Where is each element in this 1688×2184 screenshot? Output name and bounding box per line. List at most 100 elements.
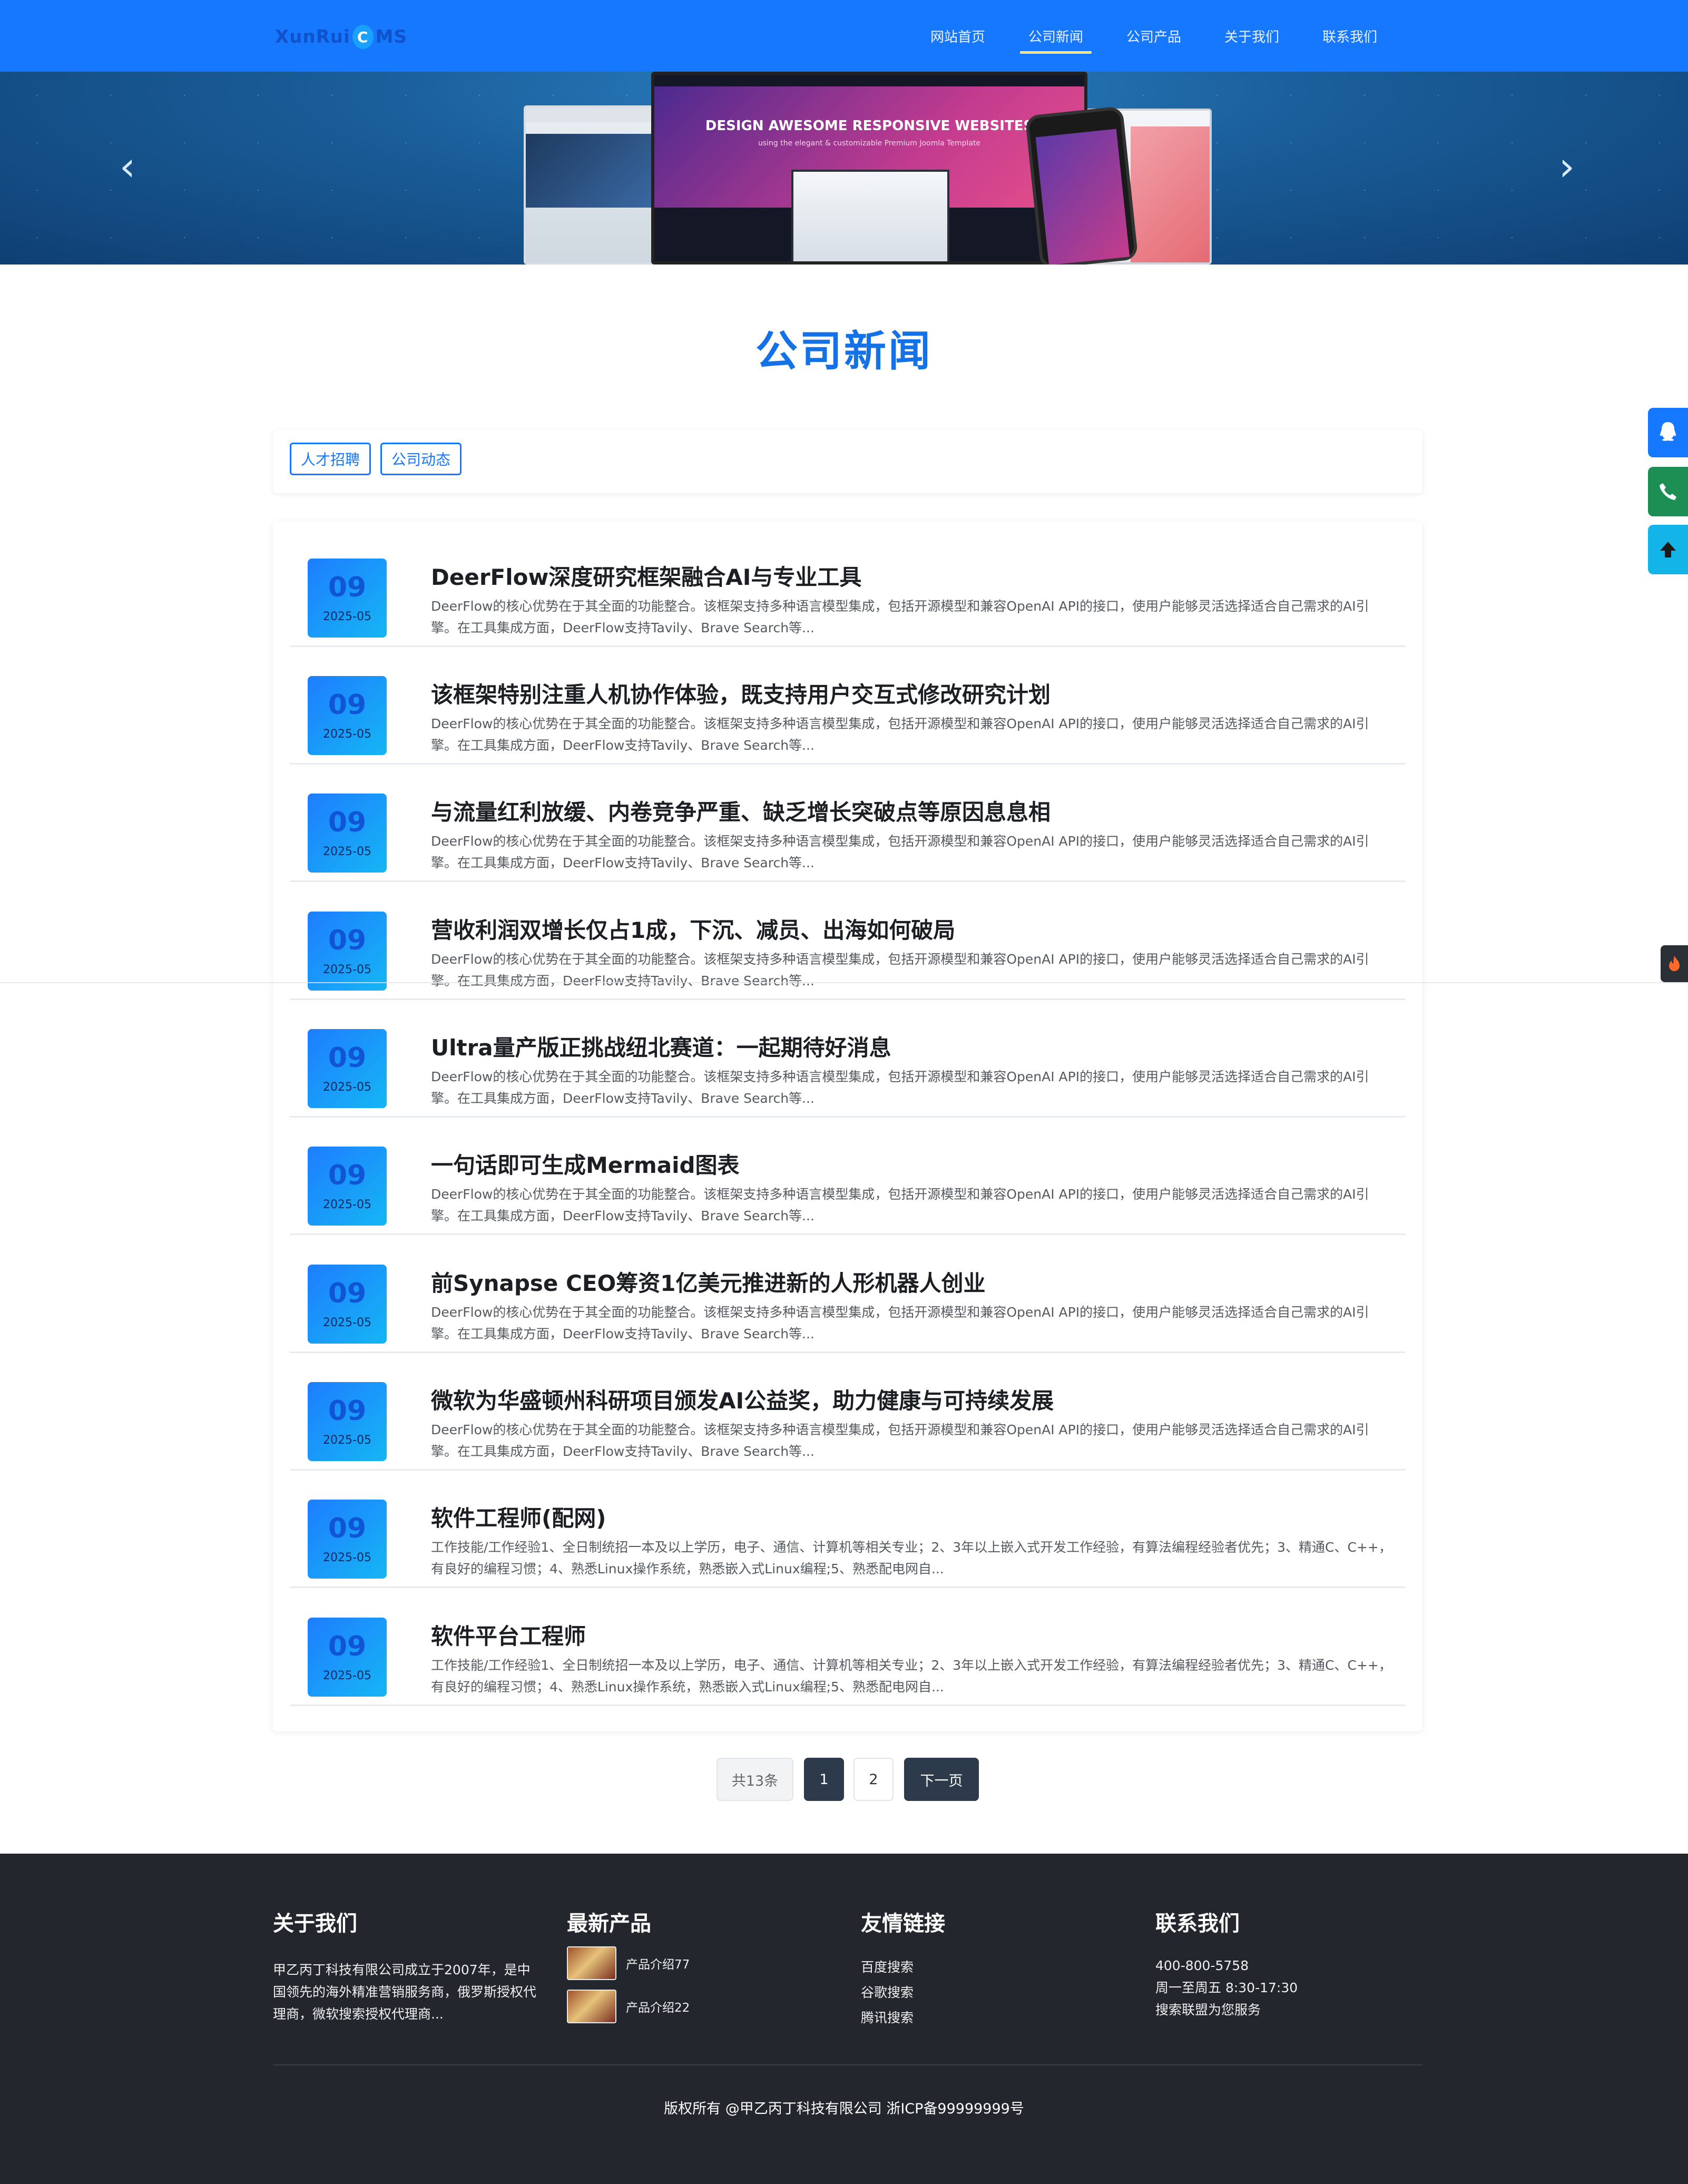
date-month: 2025-05 — [323, 1198, 371, 1211]
news-list-item[interactable]: 09 2025-05 与流量红利放缓、内卷竞争严重、缺乏增长突破点等原因息息相 D… — [290, 764, 1406, 882]
news-summary: DeerFlow的核心优势在于其全面的功能整合。该框架支持多种语言模型集成，包括… — [431, 716, 1369, 753]
news-title-link[interactable]: Ultra量产版正挑战纽北赛道：一起期待好消息 — [431, 1030, 1390, 1062]
banner-mockup-center: DESIGN AWESOME RESPONSIVE WEBSITES using… — [651, 72, 1087, 265]
site-footer: 关于我们 甲乙丙丁科技有限公司成立于2007年，是中国领先的海外精准营销服务商，… — [0, 1854, 1688, 2184]
news-list-item[interactable]: 09 2025-05 Ultra量产版正挑战纽北赛道：一起期待好消息 DeerFl… — [290, 1000, 1406, 1118]
news-list-item[interactable]: 09 2025-05 DeerFlow深度研究框架融合AI与专业工具 DeerFl… — [290, 529, 1406, 647]
date-day: 09 — [328, 1042, 367, 1074]
hero-banner: DESIGN AWESOME RESPONSIVE WEBSITES using… — [0, 72, 1688, 265]
footer-about-title: 关于我们 — [273, 1912, 357, 1936]
logo-text-a: XunRui — [275, 26, 350, 47]
contact-phone: 400-800-5758 — [1155, 1958, 1249, 1973]
footer-product-item[interactable]: 产品介绍22 — [567, 1990, 690, 2023]
news-title-link[interactable]: 前Synapse CEO筹资1亿美元推进新的人形机器人创业 — [431, 1266, 1390, 1298]
footer-copyright: 版权所有 @甲乙丙丁科技有限公司 浙ICP备99999999号 — [664, 2101, 1024, 2117]
banner-phone-image — [1025, 106, 1139, 265]
banner-next-chevron-icon[interactable]: › — [1551, 145, 1583, 188]
date-badge: 09 2025-05 — [308, 1147, 387, 1226]
product-thumbnail — [567, 1990, 616, 2023]
arrow-up-icon[interactable] — [1648, 525, 1688, 574]
news-summary: DeerFlow的核心优势在于其全面的功能整合。该框架支持多种语言模型集成，包括… — [431, 1069, 1369, 1106]
pagination-total: 共13条 — [717, 1758, 793, 1801]
news-list-item[interactable]: 09 2025-05 软件平台工程师 工作技能/工作经验1、全日制统招一本及以上学… — [290, 1588, 1406, 1706]
date-month: 2025-05 — [323, 1669, 371, 1682]
footer-products-title: 最新产品 — [567, 1912, 651, 1936]
qq-icon[interactable] — [1648, 408, 1688, 457]
footer-contact: 联系我们 400-800-5758 周一至周五 8:30-17:30 搜索联盟为… — [1155, 1906, 1298, 2021]
date-month: 2025-05 — [323, 728, 371, 741]
category-news-button[interactable]: 公司动态 — [380, 443, 462, 475]
product-thumbnail — [567, 1946, 616, 1980]
news-title-link[interactable]: 一句话即可生成Mermaid图表 — [431, 1148, 1390, 1180]
pagination-next-button[interactable]: 下一页 — [904, 1758, 979, 1801]
nav-item-contact[interactable]: 联系我们 — [1309, 0, 1391, 72]
page-title: 公司新闻 — [755, 327, 933, 376]
category-recruit-button[interactable]: 人才招聘 — [290, 443, 371, 475]
footer-divider — [273, 2064, 1422, 2065]
pagination-page-2[interactable]: 2 — [853, 1758, 894, 1801]
fire-icon[interactable] — [1661, 945, 1688, 982]
nav-item-products[interactable]: 公司产品 — [1113, 0, 1195, 72]
date-badge: 09 2025-05 — [308, 1618, 387, 1697]
category-filter: 人才招聘 公司动态 — [273, 430, 1422, 493]
news-title-link[interactable]: 软件工程师(配网) — [431, 1501, 1390, 1533]
pagination-page-1[interactable]: 1 — [804, 1758, 844, 1801]
news-summary: DeerFlow的核心优势在于其全面的功能整合。该框架支持多种语言模型集成，包括… — [431, 1305, 1369, 1341]
nav-item-home[interactable]: 网站首页 — [917, 0, 999, 72]
product-name: 产品介绍22 — [626, 2001, 690, 2015]
date-month: 2025-05 — [323, 1434, 371, 1447]
date-month: 2025-05 — [323, 1551, 371, 1564]
logo-text-b: MS — [375, 26, 407, 47]
logo-drop-icon: C — [352, 25, 374, 49]
date-day: 09 — [328, 925, 367, 956]
footer-about: 关于我们 甲乙丙丁科技有限公司成立于2007年，是中国领先的海外精准营销服务商，… — [273, 1906, 542, 2025]
date-day: 09 — [328, 689, 367, 721]
nav-item-about[interactable]: 关于我们 — [1211, 0, 1293, 72]
news-list-item[interactable]: 09 2025-05 微软为华盛顿州科研项目颁发AI公益奖，助力健康与可持续发展 … — [290, 1353, 1406, 1471]
footer-link-baidu[interactable]: 百度搜索 — [861, 1955, 945, 1980]
date-day: 09 — [328, 1160, 367, 1191]
date-badge: 09 2025-05 — [308, 1500, 387, 1579]
contact-hours: 周一至周五 8:30-17:30 — [1155, 1980, 1298, 1995]
footer-about-text: 甲乙丙丁科技有限公司成立于2007年，是中国领先的海外精准营销服务商，俄罗斯授权… — [273, 1962, 537, 2022]
news-list-item[interactable]: 09 2025-05 一句话即可生成Mermaid图表 DeerFlow的核心优势… — [290, 1117, 1406, 1235]
news-title-link[interactable]: 营收利润双增长仅占1成，下沉、减员、出海如何破局 — [431, 913, 1390, 945]
contact-slogan: 搜索联盟为您服务 — [1155, 2002, 1261, 2017]
news-list: 09 2025-05 DeerFlow深度研究框架融合AI与专业工具 DeerFl… — [273, 522, 1422, 1731]
footer-product-item[interactable]: 产品介绍77 — [567, 1946, 690, 1980]
news-title-link[interactable]: 与流量红利放缓、内卷竞争严重、缺乏增长突破点等原因息息相 — [431, 795, 1390, 827]
site-logo[interactable]: XunRui C MS — [275, 22, 407, 52]
news-list-item[interactable]: 09 2025-05 软件工程师(配网) 工作技能/工作经验1、全日制统招一本及以… — [290, 1470, 1406, 1588]
main-nav: 网站首页 公司新闻 公司产品 关于我们 联系我们 — [917, 0, 1407, 72]
footer-contact-title: 联系我们 — [1155, 1912, 1240, 1936]
news-title-link[interactable]: DeerFlow深度研究框架融合AI与专业工具 — [431, 560, 1390, 592]
nav-item-news[interactable]: 公司新闻 — [1015, 0, 1097, 72]
viewport-fold-line — [0, 982, 1688, 983]
news-title-link[interactable]: 软件平台工程师 — [431, 1619, 1390, 1651]
date-month: 2025-05 — [323, 1316, 371, 1329]
news-title-link[interactable]: 该框架特别注重人机协作体验，既支持用户交互式修改研究计划 — [431, 677, 1390, 709]
news-list-item[interactable]: 09 2025-05 前Synapse CEO筹资1亿美元推进新的人形机器人创业 … — [290, 1235, 1406, 1353]
date-badge: 09 2025-05 — [308, 794, 387, 873]
date-day: 09 — [328, 1395, 367, 1427]
footer-links: 友情链接 百度搜索 谷歌搜索 腾讯搜索 — [861, 1906, 945, 2031]
date-badge: 09 2025-05 — [308, 1265, 387, 1344]
date-month: 2025-05 — [323, 963, 371, 976]
news-summary: 工作技能/工作经验1、全日制统招一本及以上学历，电子、通信、计算机等相关专业；2… — [431, 1658, 1392, 1695]
date-day: 09 — [328, 1278, 367, 1309]
mockup-subline: using the elegant & customizable Premium… — [758, 139, 981, 148]
news-summary: 工作技能/工作经验1、全日制统招一本及以上学历，电子、通信、计算机等相关专业；2… — [431, 1540, 1392, 1576]
news-title-link[interactable]: 微软为华盛顿州科研项目颁发AI公益奖，助力健康与可持续发展 — [431, 1383, 1390, 1415]
banner-mockup-left — [524, 105, 671, 265]
phone-icon[interactable] — [1648, 467, 1688, 516]
date-badge: 09 2025-05 — [308, 559, 387, 638]
date-badge: 09 2025-05 — [308, 1029, 387, 1108]
news-list-item[interactable]: 09 2025-05 该框架特别注重人机协作体验，既支持用户交互式修改研究计划 D… — [290, 647, 1406, 765]
footer-link-tencent[interactable]: 腾讯搜索 — [861, 2005, 945, 2031]
date-badge: 09 2025-05 — [308, 1382, 387, 1461]
footer-link-google[interactable]: 谷歌搜索 — [861, 1980, 945, 2005]
banner-prev-chevron-icon[interactable]: ‹ — [112, 145, 143, 188]
site-header: XunRui C MS 网站首页 公司新闻 公司产品 关于我们 联系我们 — [0, 0, 1688, 72]
date-month: 2025-05 — [323, 845, 371, 858]
date-day: 09 — [328, 1513, 367, 1544]
